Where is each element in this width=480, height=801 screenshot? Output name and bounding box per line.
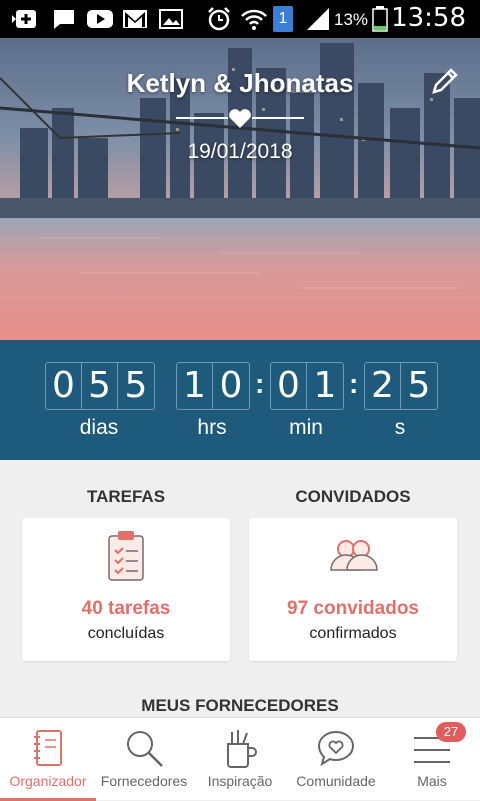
days-digit: 5 bbox=[124, 365, 148, 406]
sim-notification-icon: 1 bbox=[273, 6, 293, 32]
message-icon bbox=[52, 8, 76, 30]
heart-divider-icon bbox=[176, 109, 304, 128]
add-notification-icon bbox=[12, 8, 40, 30]
wedding-date: 19/01/2018 bbox=[187, 140, 293, 163]
days-counter: 0 5 5 bbox=[45, 362, 155, 410]
seconds-digit: 2 bbox=[365, 363, 401, 409]
tab-fornecedores[interactable]: Fornecedores bbox=[96, 718, 192, 801]
clipboard-checklist-icon bbox=[22, 530, 230, 582]
minutes-digit: 0 bbox=[271, 363, 307, 409]
edit-pencil-icon[interactable] bbox=[430, 66, 460, 96]
chat-heart-icon bbox=[316, 728, 356, 773]
bottom-tab-bar: Organizador Fornecedores Inspiração Comu… bbox=[0, 717, 480, 801]
days-label: dias bbox=[79, 416, 119, 439]
hours-label: hrs bbox=[197, 416, 227, 439]
days-digit: 0 bbox=[46, 363, 82, 409]
guests-couple-icon bbox=[249, 536, 457, 572]
notebook-icon bbox=[32, 728, 64, 773]
guests-status: confirmados bbox=[309, 625, 397, 642]
hours-digit: 1 bbox=[177, 363, 213, 409]
time-separator: : bbox=[255, 368, 265, 399]
tab-organizador[interactable]: Organizador bbox=[0, 718, 96, 801]
tab-label: Mais bbox=[417, 773, 447, 789]
clock: 13:58 bbox=[391, 3, 466, 33]
notification-badge: 27 bbox=[436, 722, 466, 742]
minutes-counter: 0 1 bbox=[270, 362, 344, 410]
tab-label: Comunidade bbox=[296, 773, 376, 789]
status-bar: 1 13% 13:58 bbox=[0, 0, 480, 38]
minutes-digit: 1 bbox=[313, 365, 337, 406]
seconds-label: s bbox=[394, 416, 406, 439]
seconds-counter: 2 5 bbox=[364, 362, 438, 410]
guests-section-title: CONVIDADOS bbox=[295, 487, 411, 506]
signal-icon bbox=[305, 6, 331, 32]
guests-card[interactable]: 97 convidados confirmados bbox=[249, 518, 457, 661]
alarm-icon bbox=[206, 6, 232, 32]
battery-icon bbox=[372, 6, 388, 32]
hours-digit: 0 bbox=[219, 365, 243, 406]
tasks-count: 40 tarefas bbox=[81, 598, 171, 619]
hero-banner: Ketlyn & Jhonatas 19/01/2018 bbox=[0, 38, 480, 340]
tab-comunidade[interactable]: Comunidade bbox=[288, 718, 384, 801]
time-separator: : bbox=[349, 368, 359, 399]
countdown-panel: 0 5 5 dias 1 0 : hrs 0 1 : min 2 5 s bbox=[0, 340, 480, 460]
battery-percent: 13% bbox=[334, 10, 369, 29]
wifi-icon bbox=[240, 6, 268, 32]
pencil-cup-icon bbox=[222, 728, 258, 773]
tab-mais[interactable]: 27 Mais bbox=[384, 718, 480, 801]
days-digit: 5 bbox=[82, 363, 118, 409]
vendors-section-title: MEUS FORNECEDORES bbox=[141, 696, 339, 715]
tab-label: Organizador bbox=[9, 773, 87, 789]
tasks-status: concluídas bbox=[87, 625, 165, 642]
gallery-icon bbox=[158, 8, 184, 30]
seconds-digit: 5 bbox=[407, 365, 431, 406]
tab-label: Inspiração bbox=[207, 773, 273, 789]
tasks-section-title: TAREFAS bbox=[86, 487, 166, 506]
tab-inspiracao[interactable]: Inspiração bbox=[192, 718, 288, 801]
tasks-card[interactable]: 40 tarefas concluídas bbox=[22, 518, 230, 661]
minutes-label: min bbox=[289, 416, 323, 439]
guests-count: 97 convidados bbox=[287, 598, 419, 619]
gmail-icon bbox=[122, 8, 148, 30]
hours-counter: 1 0 bbox=[176, 362, 250, 410]
couple-names: Ketlyn & Jhonatas bbox=[126, 68, 354, 98]
search-icon bbox=[124, 728, 164, 773]
tab-label: Fornecedores bbox=[100, 773, 188, 789]
youtube-icon bbox=[86, 8, 114, 30]
